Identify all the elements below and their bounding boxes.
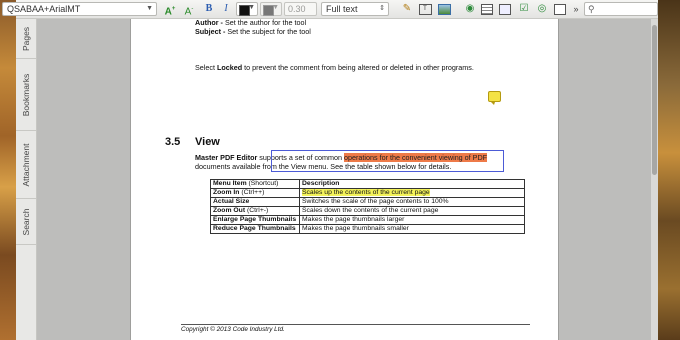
formatting-toolbar: QSABAA+ArialMT ▼ A+ A- B I ▼ ▼ 0.30 Full… <box>2 0 658 19</box>
line-width-field[interactable]: 0.30 <box>284 2 317 16</box>
table-cell: Scales down the contents of the current … <box>299 206 525 216</box>
subject-line: Subject - Set the subject for the tool <box>195 27 311 36</box>
scrollbar-thumb[interactable] <box>652 25 657 175</box>
table-row: Zoom In (Ctrl++) Scales up the contents … <box>210 188 525 198</box>
table-header-row: Menu Item (Shortcut) Description <box>210 179 525 189</box>
tab-search-label: Search <box>21 208 31 235</box>
table-cell: Reduce Page Thumbnails <box>210 224 300 234</box>
table-cell: Makes the page thumbnails smaller <box>299 224 525 234</box>
tab-search[interactable]: Search <box>16 199 36 245</box>
table-cell: Makes the page thumbnails larger <box>299 215 525 225</box>
table-cell: Zoom Out (Ctrl+-) <box>210 206 300 216</box>
locked-paragraph: Select Locked to prevent the comment fro… <box>195 63 474 72</box>
pencil-icon[interactable]: ✎ <box>400 2 414 16</box>
combo-box-icon[interactable] <box>498 2 512 16</box>
font-name-value: QSABAA+ArialMT <box>7 4 81 14</box>
sticky-note-annotation[interactable] <box>488 91 501 105</box>
table-cell: Zoom In (Ctrl++) <box>210 188 300 198</box>
locked-pre: Select <box>195 63 217 72</box>
chevron-updown-icon: ⇕ <box>379 5 385 12</box>
side-panel-tabs: Pages Bookmarks Attachment Search <box>16 19 37 340</box>
locked-post: to prevent the comment from being altere… <box>242 63 474 72</box>
table-row: Actual Size Switches the scale of the pa… <box>210 197 525 207</box>
desktop-wallpaper-left <box>0 0 16 340</box>
list-box-icon[interactable] <box>480 2 494 16</box>
tab-attachment[interactable]: Attachment <box>16 131 36 199</box>
header-menu-item: Menu Item <box>213 180 247 187</box>
chevron-down-icon: ▼ <box>248 4 255 11</box>
desktop-wallpaper-right <box>658 0 680 340</box>
search-input[interactable]: ⚲ <box>584 2 658 16</box>
row-shortcut: (Ctrl+-) <box>245 207 269 214</box>
row-item: Zoom Out <box>213 207 246 214</box>
subject-label: Subject - <box>195 27 226 36</box>
section-title: View <box>195 136 220 148</box>
checkbox-icon[interactable]: ☑ <box>517 2 531 16</box>
document-viewport[interactable]: Author - Set the author for the tool Sub… <box>37 18 658 340</box>
row-item: Zoom In <box>213 189 240 196</box>
table-row: Zoom Out (Ctrl+-) Scales down the conten… <box>210 206 525 216</box>
search-icon: ⚲ <box>588 4 595 14</box>
table-header-cell: Description <box>299 179 525 189</box>
table-row: Reduce Page Thumbnails Makes the page th… <box>210 224 525 234</box>
author-line: Author - Set the author for the tool <box>195 18 306 27</box>
bold-icon[interactable]: B <box>202 2 216 16</box>
yellow-highlight-annotation[interactable]: Scales up the contents of the current pa… <box>302 189 430 196</box>
decrease-font-size-icon[interactable]: A- <box>182 2 196 17</box>
rectangle-annotation[interactable] <box>271 150 504 172</box>
overflow-chevron-icon[interactable]: » <box>569 2 583 16</box>
text-style-value: Full text <box>326 4 358 14</box>
locked-bold: Locked <box>216 63 243 72</box>
globe-link-icon[interactable]: ◉ <box>463 2 477 16</box>
view-menu-table: Menu Item (Shortcut) Description Zoom In… <box>210 179 525 234</box>
italic-icon[interactable]: I <box>219 2 233 16</box>
author-label: Author - <box>195 18 223 27</box>
vertical-scrollbar[interactable] <box>651 19 658 340</box>
table-cell: Switches the scale of the page contents … <box>299 197 525 207</box>
table-cell: Enlarge Page Thumbnails <box>210 215 300 225</box>
line-width-value: 0.30 <box>288 4 306 14</box>
row-shortcut: (Ctrl++) <box>239 189 265 196</box>
tab-pages[interactable]: Pages <box>16 19 36 59</box>
pdf-page[interactable]: Author - Set the author for the tool Sub… <box>130 18 559 340</box>
increase-font-size-icon[interactable]: A+ <box>163 2 177 17</box>
tab-bookmarks-label: Bookmarks <box>21 73 31 116</box>
master-pdf-editor-bold: Master PDF Editor <box>195 153 258 162</box>
table-row: Enlarge Page Thumbnails Makes the page t… <box>210 215 525 225</box>
signature-field-icon[interactable] <box>553 2 567 16</box>
table-header-cell: Menu Item (Shortcut) <box>210 179 300 189</box>
subject-text: Set the subject for the tool <box>225 27 311 36</box>
table-cell: Scales up the contents of the current pa… <box>299 188 525 198</box>
chevron-down-icon: ▼ <box>272 4 279 11</box>
section-number: 3.5 <box>165 136 181 148</box>
tab-pages-label: Pages <box>21 26 31 51</box>
table-cell: Actual Size <box>210 197 300 207</box>
chevron-down-icon: ▼ <box>146 5 153 12</box>
author-text: Set the author for the tool <box>222 18 307 27</box>
fill-color-button[interactable]: ▼ <box>260 2 282 16</box>
text-style-select[interactable]: Full text ⇕ <box>321 2 389 16</box>
text-color-button[interactable]: ▼ <box>236 2 258 16</box>
image-icon[interactable] <box>437 2 451 16</box>
header-shortcut: (Shortcut) <box>246 180 279 187</box>
pdf-editor-window: QSABAA+ArialMT ▼ A+ A- B I ▼ ▼ 0.30 Full… <box>2 0 658 340</box>
footer-copyright: Copyright © 2013 Code Industry Ltd. <box>181 326 285 333</box>
tab-bookmarks[interactable]: Bookmarks <box>16 59 36 131</box>
radio-button-icon[interactable]: ◎ <box>535 2 549 16</box>
font-name-select[interactable]: QSABAA+ArialMT ▼ <box>2 2 157 16</box>
text-box-icon[interactable]: T <box>418 2 432 16</box>
tab-attachment-label: Attachment <box>21 143 31 186</box>
